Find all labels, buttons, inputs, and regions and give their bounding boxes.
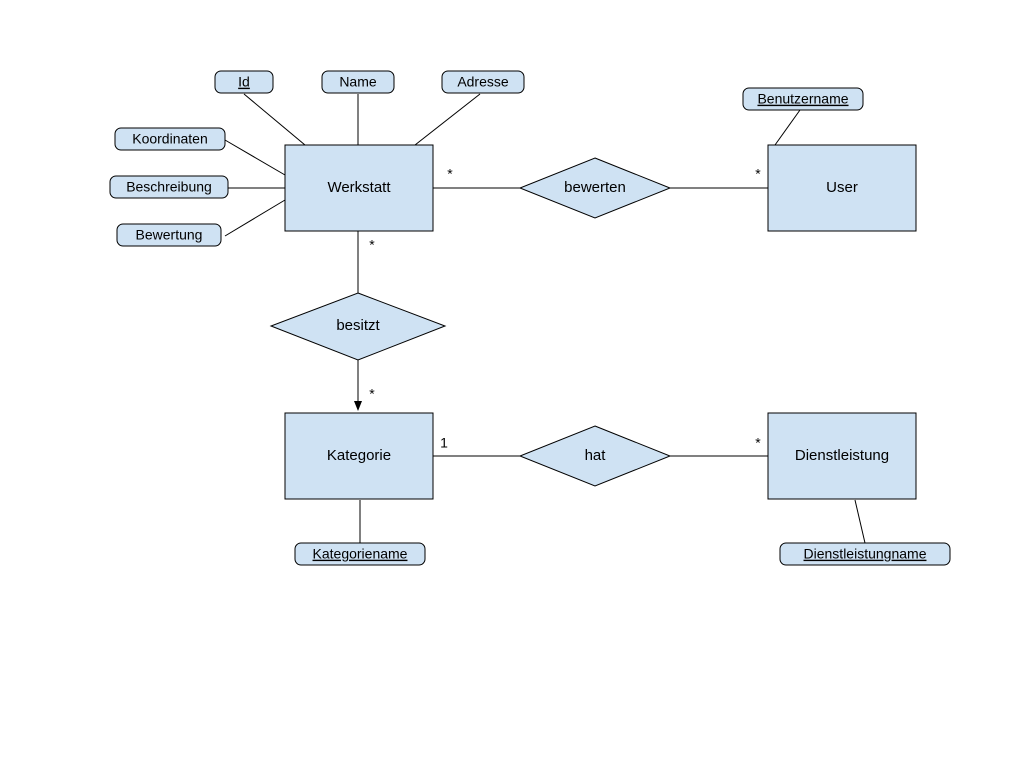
card-kategorie-hat: 1 bbox=[440, 435, 448, 451]
attr-benutzername-label: Benutzername bbox=[757, 91, 848, 107]
line-adresse-werkstatt bbox=[415, 94, 480, 145]
card-werkstatt-bewerten: * bbox=[447, 166, 453, 182]
line-bewertung-werkstatt bbox=[225, 200, 285, 236]
attr-beschreibung-label: Beschreibung bbox=[126, 179, 212, 195]
card-user-bewerten: * bbox=[755, 166, 761, 182]
line-dienstleistungname-dienstleistung bbox=[855, 500, 865, 543]
attr-kategoriename-label: Kategoriename bbox=[313, 546, 408, 562]
attr-bewertung-label: Bewertung bbox=[136, 227, 203, 243]
card-werkstatt-besitzt: * bbox=[369, 237, 375, 253]
er-diagram: * * * * 1 * Werkstatt User Kategorie Die… bbox=[0, 0, 1024, 768]
entity-werkstatt-label: Werkstatt bbox=[327, 179, 391, 196]
line-benutzername-user bbox=[775, 110, 800, 145]
rel-hat-label: hat bbox=[585, 447, 607, 464]
card-kategorie-besitzt: * bbox=[369, 386, 375, 402]
attr-adresse-label: Adresse bbox=[457, 74, 509, 90]
attr-koordinaten-label: Koordinaten bbox=[132, 131, 208, 147]
attr-id-label: Id bbox=[238, 74, 250, 90]
entity-kategorie-label: Kategorie bbox=[327, 447, 391, 464]
card-dienstleistung-hat: * bbox=[755, 435, 761, 451]
line-id-werkstatt bbox=[244, 94, 305, 145]
entity-dienstleistung-label: Dienstleistung bbox=[795, 447, 889, 464]
rel-besitzt-label: besitzt bbox=[336, 317, 380, 334]
entity-user-label: User bbox=[826, 179, 858, 196]
rel-bewerten-label: bewerten bbox=[564, 179, 626, 196]
attr-dienstleistungname-label: Dienstleistungname bbox=[804, 546, 927, 562]
attr-name-label: Name bbox=[339, 74, 377, 90]
line-koordinaten-werkstatt bbox=[225, 140, 285, 175]
